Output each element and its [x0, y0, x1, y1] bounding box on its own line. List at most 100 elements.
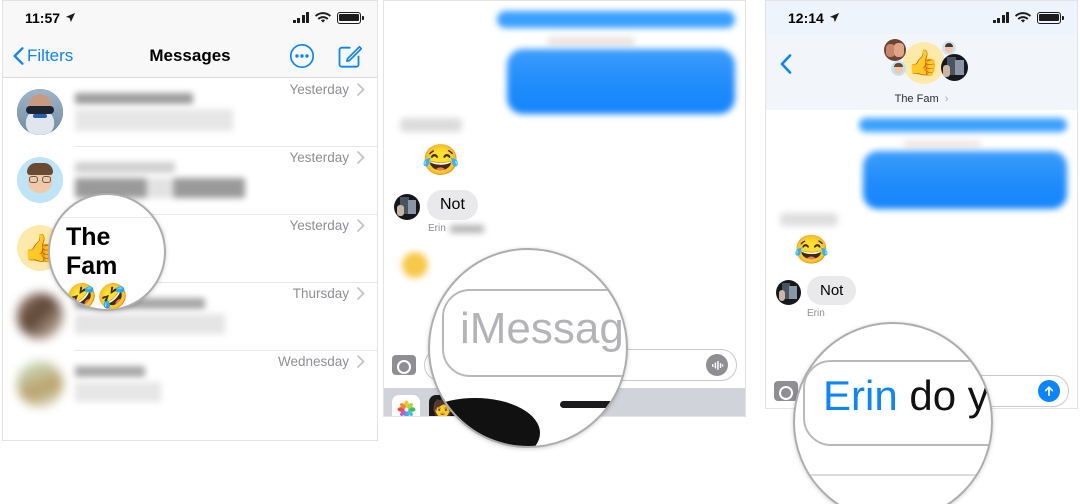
- list-item-preview: [75, 93, 289, 131]
- incoming-bubble[interactable]: Not: [427, 190, 478, 220]
- avatar: [17, 361, 63, 407]
- outgoing-bubble-redacted[interactable]: [863, 151, 1067, 209]
- cellular-bars-icon: [292, 12, 309, 23]
- status-bar: 11:57: [3, 1, 377, 34]
- magnified-divider: [795, 474, 991, 476]
- group-title-row[interactable]: The Fam ›: [766, 93, 1077, 105]
- magnified-home-bar-shadow: [430, 398, 540, 446]
- incoming-bubble[interactable]: Not: [807, 276, 857, 305]
- incoming-message-row: Not: [776, 276, 1067, 305]
- audio-waveform-icon[interactable]: [706, 354, 728, 376]
- back-button-filters[interactable]: Filters: [13, 46, 73, 66]
- back-button-label: Filters: [27, 45, 74, 65]
- magnifier-erin-mention: Erin do y: [793, 322, 993, 504]
- chevron-right-icon: ›: [941, 93, 949, 105]
- group-avatar-memoji-top-right: [941, 41, 956, 55]
- camera-icon[interactable]: [392, 355, 416, 375]
- list-item-meta: Thursday: [293, 286, 365, 301]
- group-avatar-cluster[interactable]: 👍: [867, 38, 977, 92]
- list-item-meta: Wednesday: [278, 354, 365, 369]
- sender-name: Erin: [807, 308, 825, 319]
- send-arrow-up-icon[interactable]: [1038, 380, 1060, 402]
- battery-icon: [1037, 11, 1064, 24]
- chevron-left-icon[interactable]: [780, 54, 792, 74]
- outgoing-bubble-redacted[interactable]: [507, 49, 735, 114]
- compose-icon[interactable]: [337, 43, 363, 69]
- magnified-rest-text: do y: [897, 372, 989, 419]
- outgoing-bubble-redacted[interactable]: [859, 118, 1067, 132]
- navigation-actions: [289, 43, 363, 69]
- ellipsis-circle-icon[interactable]: [289, 43, 315, 69]
- magnifier-content: iMessag: [430, 250, 626, 446]
- group-avatar-memoji-small: [890, 61, 906, 76]
- redacted-delivery-status: [400, 118, 462, 132]
- incoming-message-row: Not: [394, 190, 735, 220]
- reaction-emoji[interactable]: 😂: [794, 236, 1067, 264]
- sender-name: Erin: [428, 223, 446, 234]
- contact-avatar[interactable]: [776, 280, 801, 305]
- timestamp: Yesterday: [289, 150, 349, 165]
- redacted-name: [75, 93, 193, 104]
- redacted-name: [75, 162, 175, 173]
- status-bar: 12:14: [766, 1, 1077, 34]
- redacted-message: [75, 314, 225, 334]
- magnifier-content: The Fam 🤣🤣: [50, 195, 164, 309]
- battery-icon: [337, 11, 364, 24]
- chevron-left-icon: [13, 46, 24, 65]
- status-time: 11:57: [25, 9, 61, 26]
- redacted-message: [75, 109, 233, 131]
- outgoing-bubble-redacted[interactable]: [497, 11, 735, 28]
- magnifier-the-fam: The Fam 🤣🤣: [48, 193, 166, 311]
- cellular-bars-icon: [992, 12, 1009, 23]
- group-avatar-couple: [883, 39, 906, 61]
- chevron-right-icon: [357, 151, 365, 164]
- timestamp: Yesterday: [289, 82, 349, 97]
- timestamp: Wednesday: [277, 354, 349, 369]
- magnified-placeholder-text: iMessag: [460, 304, 624, 353]
- group-avatar-dark-photo: [940, 54, 968, 81]
- redacted-avatar-bottom: [402, 252, 428, 278]
- status-bar-right: [292, 11, 364, 24]
- magnified-mention-token: Erin: [823, 372, 898, 419]
- sender-label: Erin: [428, 223, 735, 234]
- list-item-meta: Yesterday: [289, 218, 365, 233]
- redacted-name: [75, 366, 145, 377]
- sender-label: Erin: [807, 308, 1067, 319]
- chevron-right-icon: [357, 83, 365, 96]
- redacted-timestamp: [547, 37, 635, 46]
- wifi-icon: [315, 11, 331, 23]
- wifi-icon: [1015, 11, 1031, 23]
- status-bar-left: 12:14: [788, 10, 840, 26]
- magnified-home-bar: [560, 401, 626, 408]
- list-item-preview: [75, 366, 278, 402]
- contact-avatar[interactable]: [394, 194, 420, 220]
- timestamp: Yesterday: [289, 218, 349, 233]
- navigation-bar: Filters Messages: [3, 34, 377, 78]
- status-time: 12:14: [788, 9, 824, 26]
- location-arrow-icon: [65, 12, 76, 23]
- list-item-meta: Yesterday: [289, 150, 365, 165]
- group-conversation-header: 👍 The Fam ›: [766, 34, 1077, 110]
- photos-app-icon[interactable]: [392, 395, 420, 416]
- chevron-right-icon: [357, 287, 365, 300]
- list-item-meta: Yesterday: [289, 82, 365, 97]
- timestamp: Thursday: [292, 286, 349, 301]
- magnified-conversation-title: The Fam: [66, 223, 118, 280]
- redacted-sender-rest: [449, 224, 484, 233]
- screenshot-stage: 11:57 Filters Messages Yesterday Yesterd…: [0, 0, 1080, 504]
- redacted-message: [75, 382, 161, 402]
- location-arrow-icon: [829, 12, 839, 23]
- reaction-emoji[interactable]: 😂: [422, 146, 735, 176]
- redacted-timestamp: [903, 140, 981, 148]
- magnifier-imessage-placeholder: iMessag: [428, 248, 628, 448]
- chevron-right-icon: [357, 219, 365, 232]
- status-bar-left: 11:57: [25, 10, 76, 26]
- chevron-right-icon: [357, 355, 365, 368]
- group-avatar-thumbsup: 👍: [902, 42, 945, 84]
- list-item[interactable]: Wednesday: [3, 350, 377, 418]
- status-bar-right: [992, 11, 1064, 24]
- magnified-preview-emoji: 🤣🤣: [66, 283, 129, 311]
- redacted-delivery-status: [780, 213, 838, 226]
- magnifier-content: Erin do y: [795, 324, 991, 504]
- list-item[interactable]: Yesterday: [3, 78, 377, 146]
